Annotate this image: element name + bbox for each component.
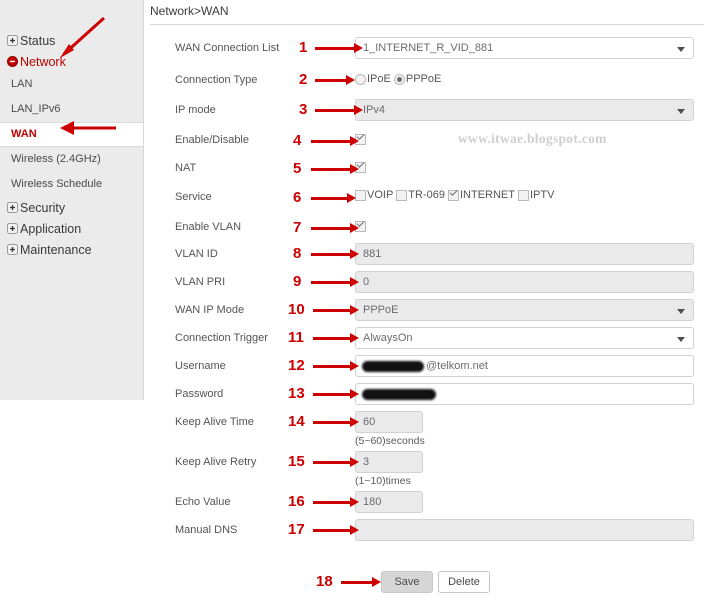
password-redaction-bar [362, 389, 436, 400]
header-divider [150, 24, 704, 25]
field-label: Password [175, 388, 224, 400]
username-input[interactable]: @telkom.net [355, 355, 694, 377]
annotation-number: 11 [288, 329, 304, 346]
sidebar-group-label: Security [20, 200, 66, 215]
field-label: Connection Trigger [175, 332, 268, 344]
sidebar-item-label: LAN [11, 78, 33, 90]
sidebar-group-label: Application [20, 221, 82, 236]
checkbox-icon[interactable] [517, 189, 529, 201]
wan-ip-mode-select[interactable]: PPPoE [355, 299, 694, 321]
checkbox-label: INTERNET [459, 189, 515, 202]
sidebar-group-label: Maintenance [20, 242, 92, 257]
field-label: Service [175, 191, 212, 203]
sidebar-item-lan[interactable]: LAN [0, 72, 143, 97]
checkbox-option-tr069[interactable]: TR-069 [396, 189, 445, 201]
radio-label: PPPoE [405, 73, 442, 86]
plus-box-icon[interactable] [7, 35, 18, 46]
field-label: NAT [175, 162, 197, 174]
field-label: Username [175, 360, 226, 372]
minus-box-icon[interactable] [7, 56, 18, 67]
checkbox-label: IPTV [529, 189, 555, 202]
username-redaction-bar [362, 361, 424, 372]
checkbox-label: VOIP [367, 189, 394, 202]
radio-label: IPoE [367, 73, 391, 86]
field-label: Connection Type [175, 74, 258, 86]
sidebar-item-label: LAN_IPv6 [11, 103, 61, 115]
field-label: Echo Value [175, 496, 231, 508]
radio-icon[interactable] [355, 73, 366, 85]
service-checkbox-group: VOIP TR-069 INTERNET IPTV [355, 189, 557, 201]
annotation-number: 1 [299, 39, 308, 56]
checkbox-option-iptv[interactable]: IPTV [517, 189, 555, 202]
annotation-number: 16 [288, 493, 305, 510]
annotation-number: 15 [288, 453, 305, 470]
vlan-id-input[interactable]: 881 [355, 243, 694, 265]
checkbox-label: TR-069 [408, 189, 445, 202]
sidebar-item-label: WAN [11, 128, 37, 140]
checkbox-option-internet[interactable]: INTERNET [447, 189, 515, 202]
echo-value-input[interactable]: 180 [355, 491, 423, 513]
sidebar-group-maintenance[interactable]: Maintenance [0, 239, 143, 260]
field-label: Enable/Disable [175, 134, 249, 146]
field-label: Keep Alive Retry [175, 456, 257, 468]
annotation-number: 7 [293, 219, 302, 236]
plus-box-icon[interactable] [7, 244, 18, 255]
sidebar-group-security[interactable]: Security [0, 197, 143, 218]
ip-mode-select[interactable]: IPv4 [355, 99, 694, 121]
sidebar-item-wireless-schedule[interactable]: Wireless Schedule [0, 172, 143, 197]
content-panel: Network>WAN www.itwae.blogspot.com WAN C… [144, 0, 704, 600]
password-input[interactable] [355, 383, 694, 405]
field-label: Enable VLAN [175, 221, 242, 233]
breadcrumb: Network>WAN [150, 4, 229, 18]
annotation-number: 5 [293, 160, 302, 177]
field-label: Manual DNS [175, 524, 238, 536]
delete-button[interactable]: Delete [438, 571, 490, 593]
field-label: Keep Alive Time [175, 416, 254, 428]
annotation-number: 8 [293, 245, 302, 262]
annotation-number: 13 [288, 385, 305, 402]
connection-trigger-select[interactable]: AlwaysOn [355, 327, 694, 349]
annotation-arrow-network [60, 16, 106, 58]
plus-box-icon[interactable] [7, 223, 18, 234]
radio-option-ipoe[interactable]: IPoE [355, 73, 391, 85]
radio-icon-selected[interactable] [393, 73, 405, 85]
annotation-number: 10 [288, 301, 305, 318]
annotation-number: 4 [293, 132, 302, 149]
save-button[interactable]: Save [381, 571, 433, 593]
annotation-number: 2 [299, 71, 308, 88]
keep-alive-retry-hint: (1~10)times [355, 475, 411, 487]
checkbox-option-voip[interactable]: VOIP [355, 189, 393, 201]
vlan-pri-input[interactable]: 0 [355, 271, 694, 293]
field-label: VLAN PRI [175, 276, 226, 288]
field-label: WAN Connection List [175, 42, 280, 54]
keep-alive-time-hint: (5~60)seconds [355, 435, 425, 447]
sidebar-item-label: Wireless Schedule [11, 178, 103, 190]
keep-alive-time-input[interactable]: 60 [355, 411, 423, 433]
manual-dns-input[interactable] [355, 519, 694, 541]
annotation-number: 3 [299, 101, 308, 118]
annotation-number: 9 [293, 273, 302, 290]
annotation-number: 14 [288, 413, 305, 430]
watermark-text: www.itwae.blogspot.com [458, 131, 607, 146]
field-label: VLAN ID [175, 248, 218, 260]
radio-option-pppoe[interactable]: PPPoE [393, 73, 442, 86]
annotation-arrow-wan [60, 121, 116, 135]
wan-connection-list-select[interactable]: 1_INTERNET_R_VID_881 [355, 37, 694, 59]
checkbox-icon-checked[interactable] [447, 189, 459, 201]
plus-box-icon[interactable] [7, 202, 18, 213]
keep-alive-retry-input[interactable]: 3 [355, 451, 423, 473]
annotation-number: 6 [293, 189, 302, 206]
field-label: WAN IP Mode [175, 304, 245, 316]
sidebar-item-wireless-24ghz[interactable]: Wireless (2.4GHz) [0, 147, 143, 172]
sidebar-item-label: Wireless (2.4GHz) [11, 153, 101, 165]
annotation-number: 18 [316, 573, 333, 590]
checkbox-icon[interactable] [355, 189, 366, 201]
connection-type-radio-group: IPoE PPPoE [355, 73, 444, 85]
field-label: IP mode [175, 104, 216, 116]
annotation-number: 17 [288, 521, 305, 538]
sidebar-group-application[interactable]: Application [0, 218, 143, 239]
checkbox-icon[interactable] [396, 189, 408, 201]
annotation-number: 12 [288, 357, 305, 374]
